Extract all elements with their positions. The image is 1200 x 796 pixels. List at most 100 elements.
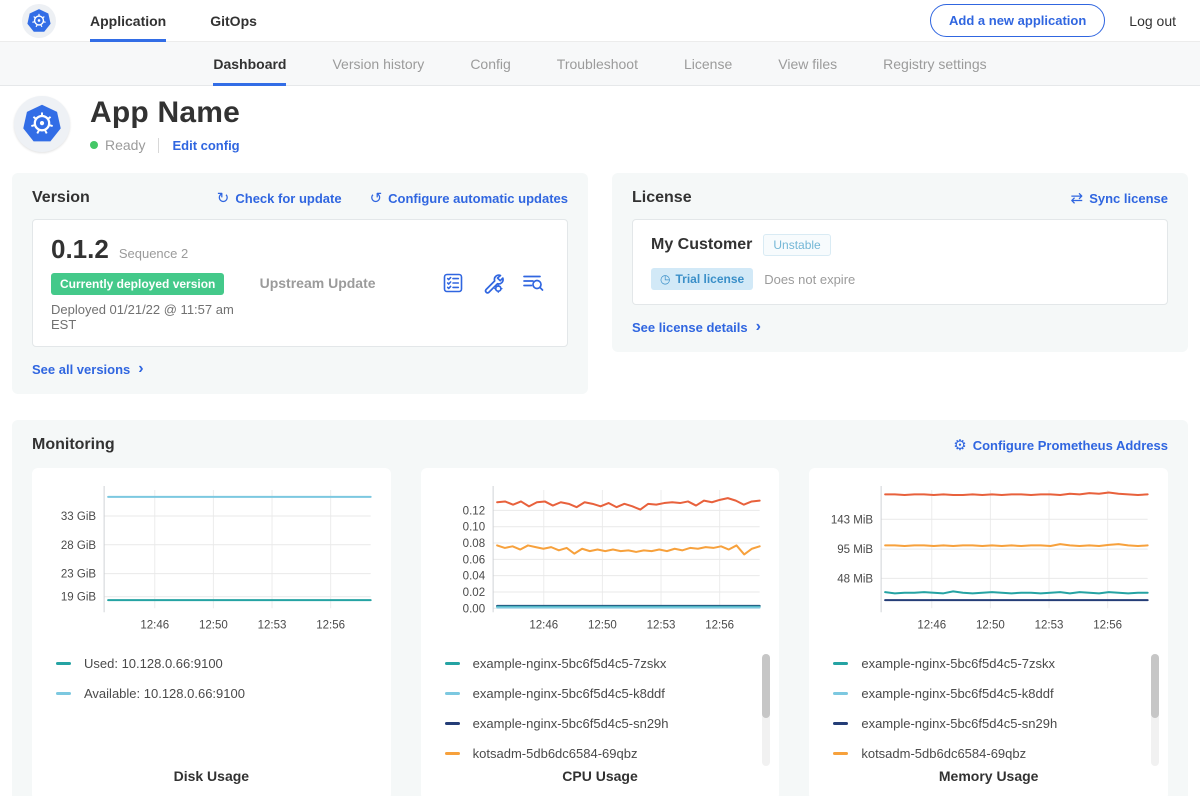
release-type-label: Upstream Update bbox=[260, 275, 441, 291]
chart-legend: example-nginx-5bc6f5d4c5-7zskx example-ng… bbox=[435, 646, 766, 760]
tab-troubleshoot[interactable]: Troubleshoot bbox=[557, 42, 638, 86]
tab-version-history[interactable]: Version history bbox=[332, 42, 424, 86]
svg-text:95 MiB: 95 MiB bbox=[838, 544, 874, 556]
gear-icon: ⚙ bbox=[953, 436, 966, 454]
legend-scrollbar-thumb[interactable] bbox=[762, 654, 770, 718]
svg-text:12:46: 12:46 bbox=[918, 619, 947, 631]
legend-swatch bbox=[445, 722, 460, 725]
svg-text:33 GiB: 33 GiB bbox=[61, 511, 97, 523]
app-header: App Name Ready Edit config bbox=[0, 86, 1200, 165]
legend-item: kotsadm-5db6dc6584-69qbz bbox=[445, 746, 766, 760]
logout-button[interactable]: Log out bbox=[1129, 13, 1176, 29]
legend-swatch bbox=[445, 662, 460, 665]
legend-swatch bbox=[833, 662, 848, 665]
legend-swatch bbox=[833, 692, 848, 695]
stopwatch-icon: ◷ bbox=[660, 272, 670, 286]
tab-registry-settings[interactable]: Registry settings bbox=[883, 42, 986, 86]
svg-text:12:56: 12:56 bbox=[1094, 619, 1123, 631]
legend-label: example-nginx-5bc6f5d4c5-7zskx bbox=[861, 656, 1055, 671]
legend-scrollbar[interactable] bbox=[762, 654, 770, 766]
legend-label: example-nginx-5bc6f5d4c5-7zskx bbox=[473, 656, 667, 671]
channel-badge: Unstable bbox=[763, 234, 830, 256]
legend-label: Available: 10.128.0.66:9100 bbox=[84, 686, 245, 701]
sync-license-button[interactable]: ⇄ Sync license bbox=[1071, 189, 1168, 207]
svg-text:12:46: 12:46 bbox=[140, 619, 169, 631]
summary-cards-row: Version ↻ Check for update ↺ Configure a… bbox=[0, 165, 1200, 394]
release-notes-icon[interactable] bbox=[441, 271, 465, 295]
svg-text:12:50: 12:50 bbox=[199, 619, 228, 631]
see-all-versions-link[interactable]: See all versions › bbox=[32, 360, 144, 378]
tab-license[interactable]: License bbox=[684, 42, 732, 86]
tab-view-files[interactable]: View files bbox=[778, 42, 837, 86]
legend-item: Available: 10.128.0.66:9100 bbox=[56, 686, 377, 701]
config-values-icon[interactable] bbox=[481, 271, 505, 295]
license-card: License ⇄ Sync license My Customer Unsta… bbox=[612, 173, 1188, 352]
view-diff-icon[interactable] bbox=[521, 271, 545, 295]
charts-row: 12:46 12:50 12:53 12:56 33 GiB 28 GiB 23 GiB 19… bbox=[32, 468, 1168, 796]
customer-name: My Customer bbox=[651, 236, 752, 254]
svg-text:0.08: 0.08 bbox=[462, 538, 484, 550]
chevron-right-icon: › bbox=[756, 318, 761, 336]
top-nav: Application GitOps Add a new application… bbox=[0, 0, 1200, 42]
svg-text:12:56: 12:56 bbox=[705, 619, 734, 631]
legend-item: example-nginx-5bc6f5d4c5-7zskx bbox=[833, 656, 1154, 671]
chart-panel-cpu-usage: 12:4612:5012:5312:560.120.100.080.060.04… bbox=[421, 468, 780, 796]
series-line bbox=[885, 544, 1148, 546]
legend-swatch bbox=[833, 752, 848, 755]
tab-config[interactable]: Config bbox=[470, 42, 510, 86]
version-number: 0.1.2 bbox=[51, 234, 109, 265]
see-license-details-link[interactable]: See license details › bbox=[632, 318, 761, 336]
license-type-badge: ◷ Trial license bbox=[651, 268, 753, 290]
deployed-badge: Currently deployed version bbox=[51, 273, 224, 295]
svg-text:12:53: 12:53 bbox=[646, 619, 675, 631]
legend-item: kotsadm-5db6dc6584-69qbz bbox=[833, 746, 1154, 760]
check-for-update-button[interactable]: ↻ Check for update bbox=[217, 189, 342, 207]
legend-label: example-nginx-5bc6f5d4c5-k8ddf bbox=[473, 686, 665, 701]
chart-legend: example-nginx-5bc6f5d4c5-7zskx example-ng… bbox=[823, 646, 1154, 760]
svg-text:12:53: 12:53 bbox=[1035, 619, 1064, 631]
configure-prometheus-button[interactable]: ⚙ Configure Prometheus Address bbox=[953, 436, 1168, 454]
chart-canvas: 12:4612:5012:5312:560.120.100.080.060.04… bbox=[435, 480, 766, 646]
svg-text:12:50: 12:50 bbox=[976, 619, 1005, 631]
chart-title: Disk Usage bbox=[46, 760, 377, 792]
edit-config-link[interactable]: Edit config bbox=[158, 138, 239, 153]
svg-text:12:46: 12:46 bbox=[529, 619, 558, 631]
legend-label: example-nginx-5bc6f5d4c5-sn29h bbox=[473, 716, 669, 731]
legend-item: example-nginx-5bc6f5d4c5-k8ddf bbox=[445, 686, 766, 701]
top-tab-application[interactable]: Application bbox=[90, 0, 166, 42]
legend-item: example-nginx-5bc6f5d4c5-k8ddf bbox=[833, 686, 1154, 701]
chart-title: CPU Usage bbox=[435, 760, 766, 792]
chart-legend: Used: 10.128.0.66:9100 Available: 10.128.… bbox=[46, 646, 377, 760]
svg-text:23 GiB: 23 GiB bbox=[61, 569, 97, 581]
legend-scrollbar-thumb[interactable] bbox=[1151, 654, 1159, 718]
svg-text:0.10: 0.10 bbox=[462, 522, 484, 534]
legend-swatch bbox=[445, 752, 460, 755]
svg-text:19 GiB: 19 GiB bbox=[61, 592, 97, 604]
svg-text:28 GiB: 28 GiB bbox=[61, 540, 97, 552]
legend-label: kotsadm-5db6dc6584-69qbz bbox=[473, 746, 638, 760]
tab-dashboard[interactable]: Dashboard bbox=[213, 42, 286, 86]
add-application-button[interactable]: Add a new application bbox=[930, 4, 1105, 37]
refresh-icon: ↻ bbox=[217, 189, 230, 207]
svg-text:0.06: 0.06 bbox=[462, 554, 484, 566]
series-line bbox=[497, 498, 760, 509]
chart-canvas: 12:4612:5012:5312:56143 MiB95 MiB48 MiB bbox=[823, 480, 1154, 646]
chevron-right-icon: › bbox=[138, 360, 143, 378]
legend-item: example-nginx-5bc6f5d4c5-sn29h bbox=[833, 716, 1154, 731]
schedule-refresh-icon: ↺ bbox=[370, 189, 383, 207]
license-expiry: Does not expire bbox=[764, 272, 855, 287]
status-dot bbox=[90, 141, 98, 149]
legend-label: example-nginx-5bc6f5d4c5-sn29h bbox=[861, 716, 1057, 731]
svg-text:48 MiB: 48 MiB bbox=[838, 573, 874, 585]
legend-scrollbar[interactable] bbox=[1151, 654, 1159, 766]
monitoring-card: Monitoring ⚙ Configure Prometheus Addres… bbox=[12, 420, 1188, 796]
top-tab-gitops[interactable]: GitOps bbox=[210, 0, 257, 42]
svg-text:12:53: 12:53 bbox=[258, 619, 287, 631]
configure-automatic-updates-button[interactable]: ↺ Configure automatic updates bbox=[370, 189, 568, 207]
legend-item: example-nginx-5bc6f5d4c5-sn29h bbox=[445, 716, 766, 731]
legend-label: example-nginx-5bc6f5d4c5-k8ddf bbox=[861, 686, 1053, 701]
monitoring-title: Monitoring bbox=[32, 436, 115, 454]
sync-arrows-icon: ⇄ bbox=[1071, 189, 1084, 207]
status-label: Ready bbox=[105, 137, 145, 153]
legend-label: Used: 10.128.0.66:9100 bbox=[84, 656, 223, 671]
